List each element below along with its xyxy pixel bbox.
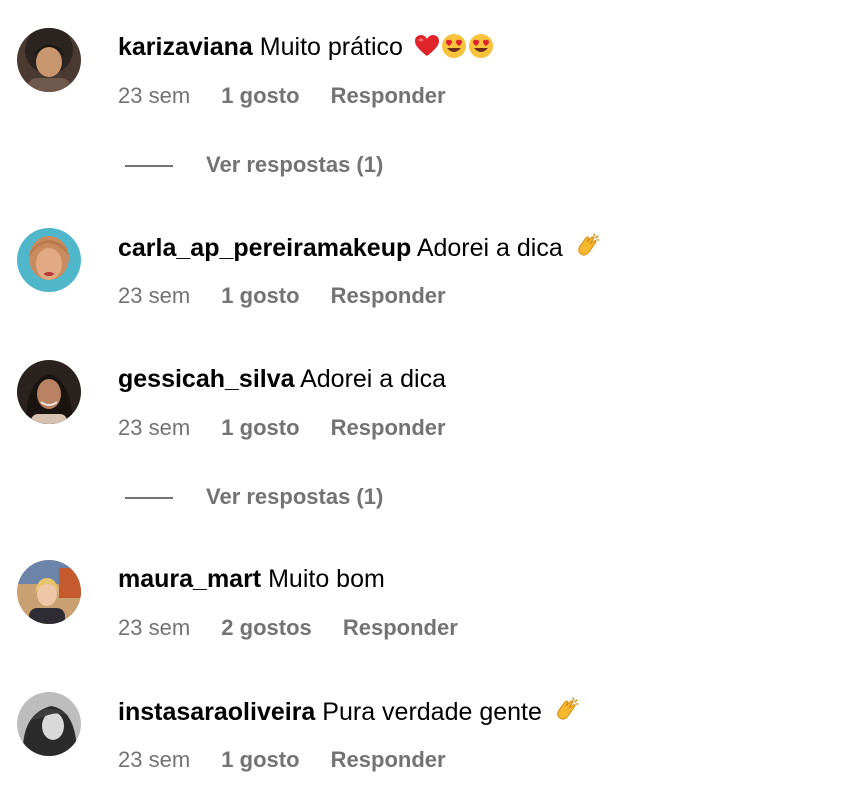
- avatar[interactable]: [17, 360, 81, 424]
- likes-count[interactable]: 2 gostos: [221, 614, 311, 642]
- avatar[interactable]: [17, 560, 81, 624]
- comment-text: Adorei a dica: [300, 365, 447, 393]
- divider-line: [125, 497, 173, 500]
- comment-item: maura_mart Muito bom 23 sem 2 gostos Res…: [0, 532, 846, 642]
- reply-button[interactable]: Responder: [331, 414, 446, 442]
- likes-count[interactable]: 1 gosto: [221, 282, 299, 310]
- comment-text: Muito bom: [268, 565, 385, 593]
- view-replies-button[interactable]: Ver respostas (1): [125, 150, 383, 180]
- likes-count[interactable]: 1 gosto: [221, 82, 299, 110]
- avatar[interactable]: [17, 228, 81, 292]
- reply-button[interactable]: Responder: [343, 614, 458, 642]
- reply-button[interactable]: Responder: [331, 746, 446, 774]
- reply-button[interactable]: Responder: [331, 82, 446, 110]
- comment-text: Muito prático: [259, 33, 403, 61]
- red-heart-icon: [414, 33, 440, 59]
- comment-text: Pura verdade gente: [322, 698, 542, 726]
- comment-timestamp[interactable]: 23 sem: [118, 414, 190, 442]
- comment-username[interactable]: karizaviana: [118, 33, 253, 61]
- comment-timestamp[interactable]: 23 sem: [118, 614, 190, 642]
- heart-eyes-icon: [468, 33, 494, 59]
- view-replies-label: Ver respostas (1): [206, 152, 384, 177]
- comment-username[interactable]: carla_ap_pereiramakeup: [118, 234, 411, 262]
- comment-timestamp[interactable]: 23 sem: [118, 82, 190, 110]
- divider-line: [125, 165, 173, 168]
- view-replies-label: Ver respostas (1): [206, 484, 384, 509]
- heart-eyes-icon: [441, 33, 467, 59]
- reply-button[interactable]: Responder: [331, 282, 446, 310]
- avatar[interactable]: [17, 692, 81, 756]
- likes-count[interactable]: 1 gosto: [221, 414, 299, 442]
- comment-timestamp[interactable]: 23 sem: [118, 282, 190, 310]
- comment-username[interactable]: maura_mart: [118, 565, 261, 593]
- likes-count[interactable]: 1 gosto: [221, 746, 299, 774]
- comment-item: instasaraoliveira Pura verdade gente 23 …: [0, 664, 846, 774]
- comment-item: gessicah_silva Adorei a dica 23 sem 1 go…: [0, 332, 846, 442]
- view-replies-button[interactable]: Ver respostas (1): [125, 482, 383, 512]
- comment-item: karizaviana Muito prático 23 sem 1 gosto…: [0, 0, 846, 110]
- comment-username[interactable]: instasaraoliveira: [118, 698, 315, 726]
- comment-text: Adorei a dica: [416, 234, 563, 262]
- comment-item: carla_ap_pereiramakeup Adorei a dica 23 …: [0, 200, 846, 310]
- avatar[interactable]: [17, 28, 81, 92]
- comment-timestamp[interactable]: 23 sem: [118, 746, 190, 774]
- clapping-hands-icon: [574, 232, 602, 260]
- comment-username[interactable]: gessicah_silva: [118, 365, 295, 393]
- clapping-hands-icon: [553, 696, 581, 724]
